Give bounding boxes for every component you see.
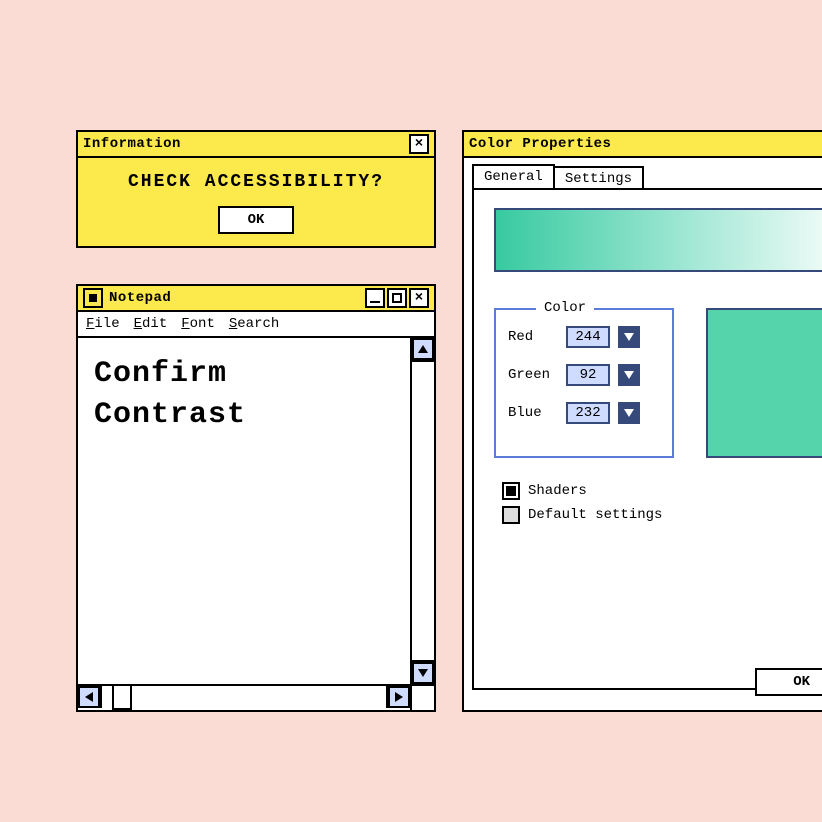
ok-button[interactable]: OK — [218, 206, 295, 234]
scroll-up-button[interactable] — [412, 338, 434, 360]
menu-font[interactable]: Font — [181, 316, 215, 332]
titlebar[interactable]: Notepad × — [78, 286, 434, 312]
channel-row-blue: Blue 232 — [508, 402, 660, 424]
fieldset-legend: Color — [536, 300, 594, 316]
horizontal-scrollbar[interactable] — [78, 684, 434, 708]
menu-bar: File Edit Font Search — [78, 312, 434, 338]
dialog-message: CHECK ACCESSIBILITY? — [78, 158, 434, 206]
tab-panel: Color Red 244 Green 92 Blue 232 Shaders — [472, 188, 822, 690]
vertical-scrollbar[interactable] — [410, 338, 434, 684]
blue-input[interactable]: 232 — [566, 402, 610, 424]
window-title: Notepad — [109, 290, 363, 306]
color-properties-window: Color Properties General Settings Color … — [462, 130, 822, 712]
chevron-down-icon — [624, 409, 634, 417]
maximize-button[interactable] — [387, 288, 407, 308]
checkbox-icon — [502, 482, 520, 500]
checkbox-label: Default settings — [528, 507, 662, 523]
menu-edit[interactable]: Edit — [134, 316, 168, 332]
window-title: Color Properties — [469, 136, 822, 152]
green-input[interactable]: 92 — [566, 364, 610, 386]
minimize-button[interactable] — [365, 288, 385, 308]
channel-label: Blue — [508, 405, 558, 421]
red-dropdown-button[interactable] — [618, 326, 640, 348]
scroll-track[interactable] — [412, 360, 434, 662]
chevron-down-icon — [624, 333, 634, 341]
chevron-down-icon — [418, 669, 428, 677]
scroll-track[interactable] — [100, 686, 388, 708]
ok-button[interactable]: OK — [755, 668, 822, 696]
scroll-down-button[interactable] — [412, 662, 434, 684]
tab-general[interactable]: General — [472, 164, 555, 188]
channel-row-red: Red 244 — [508, 326, 660, 348]
gradient-preview — [494, 208, 822, 272]
chevron-left-icon — [85, 692, 93, 702]
channel-label: Green — [508, 367, 558, 383]
default-settings-checkbox[interactable]: Default settings — [502, 506, 662, 524]
checkbox-group: Shaders Default settings — [502, 482, 662, 530]
scroll-thumb[interactable] — [112, 684, 132, 710]
color-fieldset: Color Red 244 Green 92 Blue 232 — [494, 308, 674, 458]
tab-settings[interactable]: Settings — [553, 166, 644, 190]
checkbox-icon — [502, 506, 520, 524]
channel-label: Red — [508, 329, 558, 345]
channel-row-green: Green 92 — [508, 364, 660, 386]
resize-grip[interactable] — [410, 686, 434, 710]
notepad-window: Notepad × File Edit Font Search Confirm … — [76, 284, 436, 712]
editor-text[interactable]: Confirm Contrast — [94, 354, 404, 678]
red-input[interactable]: 244 — [566, 326, 610, 348]
titlebar[interactable]: Information × — [78, 132, 434, 158]
chevron-up-icon — [418, 345, 428, 353]
color-swatch — [706, 308, 822, 458]
titlebar[interactable]: Color Properties — [464, 132, 822, 158]
shaders-checkbox[interactable]: Shaders — [502, 482, 662, 500]
close-button[interactable]: × — [409, 288, 429, 308]
window-title: Information — [83, 136, 407, 152]
checkbox-label: Shaders — [528, 483, 587, 499]
tab-strip: General Settings — [464, 158, 822, 188]
close-button[interactable]: × — [409, 134, 429, 154]
editor-area[interactable]: Confirm Contrast — [78, 338, 434, 708]
menu-search[interactable]: Search — [229, 316, 279, 332]
chevron-right-icon — [395, 692, 403, 702]
scroll-left-button[interactable] — [78, 686, 100, 708]
menu-file[interactable]: File — [86, 316, 120, 332]
close-icon: × — [415, 291, 423, 305]
green-dropdown-button[interactable] — [618, 364, 640, 386]
minimize-icon — [370, 301, 380, 303]
scroll-right-button[interactable] — [388, 686, 410, 708]
information-dialog: Information × CHECK ACCESSIBILITY? OK — [76, 130, 436, 248]
chevron-down-icon — [624, 371, 634, 379]
system-menu-icon[interactable] — [83, 288, 103, 308]
blue-dropdown-button[interactable] — [618, 402, 640, 424]
close-icon: × — [415, 137, 423, 151]
maximize-icon — [392, 293, 402, 303]
